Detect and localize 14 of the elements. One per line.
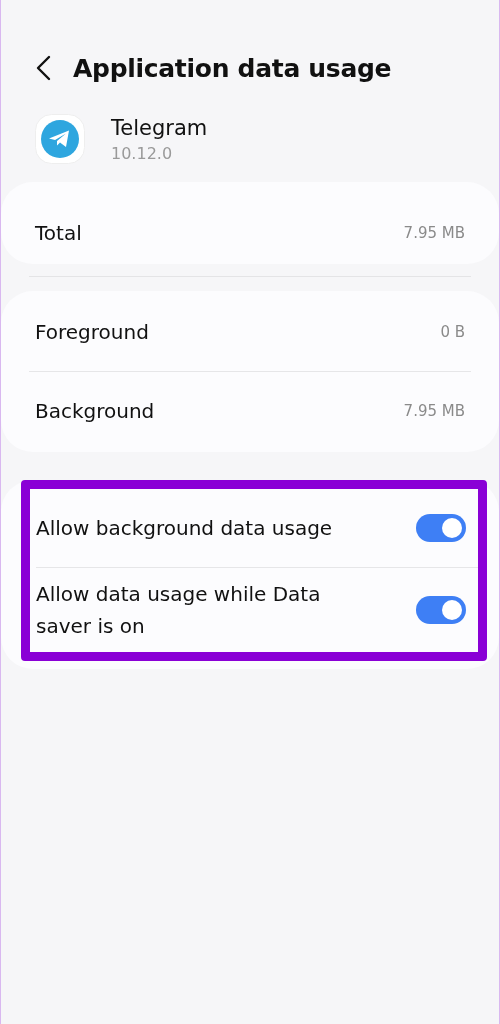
paper-plane-app-icon	[35, 114, 85, 164]
usage-label: Total	[35, 221, 82, 245]
usage-value: 0 B	[440, 323, 465, 341]
usage-value: 7.95 MB	[403, 402, 465, 420]
app-name: Telegram	[111, 115, 208, 140]
setting-label: Allow background data usage	[36, 515, 333, 542]
toggle-switch[interactable]	[416, 514, 466, 542]
app-version: 10.12.0	[111, 143, 174, 163]
page-title: Application data usage	[73, 53, 392, 83]
usage-label: Foreground	[35, 320, 149, 344]
usage-label: Background	[35, 399, 155, 423]
toggle-switch[interactable]	[416, 596, 466, 624]
setting-label: Allow data usage while Data saver is on	[36, 581, 322, 640]
usage-value: 7.95 MB	[403, 224, 465, 242]
